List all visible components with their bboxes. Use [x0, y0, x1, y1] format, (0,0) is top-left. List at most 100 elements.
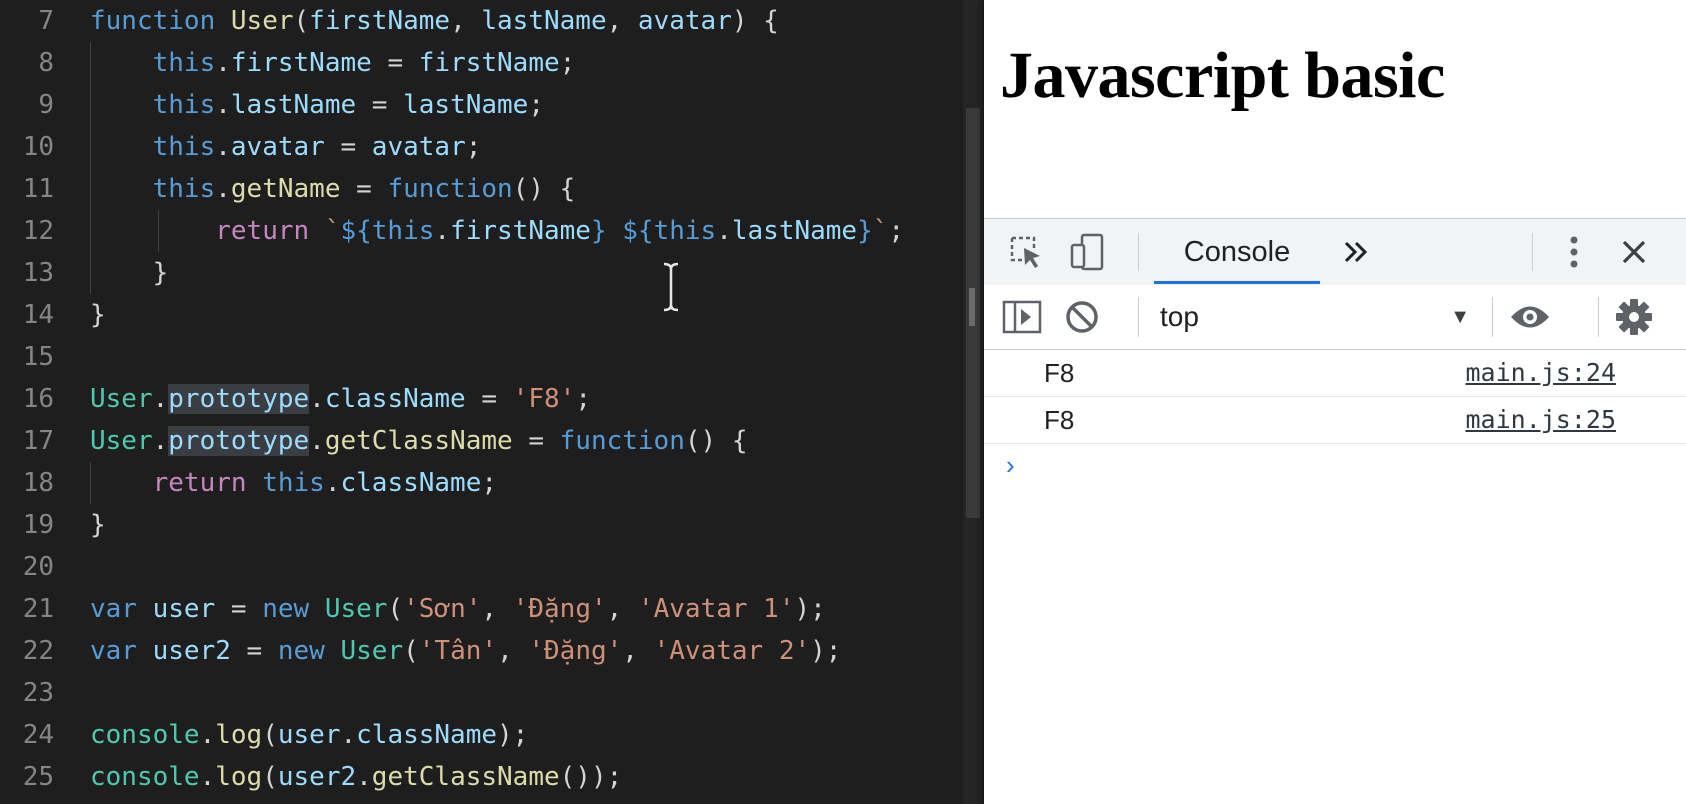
code-line[interactable]: 16 User.prototype.className = 'F8';: [0, 378, 984, 420]
sidebar-toggle-icon: [1002, 300, 1042, 334]
code-text: return `${this.firstName} ${this.lastNam…: [215, 216, 905, 246]
device-icon: [1070, 233, 1104, 271]
inspect-icon: [1010, 236, 1040, 268]
close-devtools-button[interactable]: [1612, 231, 1656, 273]
code-editor[interactable]: 7 function User(firstName, lastName, avat…: [0, 0, 984, 804]
double-chevron-right-icon: [1344, 241, 1368, 263]
code-text: function User(firstName, lastName, avata…: [90, 6, 779, 36]
toolbar-divider: [1532, 233, 1533, 271]
browser-pane: Javascript basic Console top ▼ F8 main.j…: [984, 0, 1686, 804]
line-number: 17: [22, 426, 54, 456]
code-line[interactable]: 11 this.getName = function() {: [0, 168, 984, 210]
line-number: 15: [22, 342, 54, 372]
line-number: 16: [22, 384, 54, 414]
tab-console[interactable]: Console: [1154, 219, 1320, 285]
inspect-element-button[interactable]: [1004, 231, 1048, 273]
devtools-tab-bar: Console: [984, 218, 1686, 286]
code-line[interactable]: 10 this.avatar = avatar;: [0, 126, 984, 168]
scrollbar-marker: [969, 288, 975, 326]
indent-guide: [90, 462, 91, 504]
line-number: 9: [38, 90, 54, 120]
code-line[interactable]: 8 this.firstName = firstName;: [0, 42, 984, 84]
code-text: User.prototype.className = 'F8';: [90, 384, 591, 414]
dropdown-arrow-icon: ▼: [1450, 306, 1470, 328]
code-line[interactable]: 12 return `${this.firstName} ${this.last…: [0, 210, 984, 252]
line-number: 22: [22, 636, 54, 666]
code-line[interactable]: 18 return this.className;: [0, 462, 984, 504]
log-message: F8: [1044, 358, 1075, 388]
code-text: var user2 = new User('Tân', 'Đặng', 'Ava…: [90, 636, 842, 666]
line-number: 18: [22, 468, 54, 498]
live-expression-button[interactable]: [1506, 295, 1554, 339]
code-text: }: [90, 258, 169, 288]
line-number: 21: [22, 594, 54, 624]
code-line[interactable]: 25 console.log(user2.getClassName());: [0, 756, 984, 798]
toolbar-divider: [1598, 297, 1599, 337]
code-line[interactable]: 20: [0, 546, 984, 588]
block-icon: [1066, 301, 1098, 333]
code-text: User.prototype.getClassName = function()…: [90, 426, 748, 456]
code-line[interactable]: 13 }: [0, 252, 984, 294]
code-line[interactable]: 22 var user2 = new User('Tân', 'Đặng', 'A…: [0, 630, 984, 672]
context-selector[interactable]: top ▼: [1160, 293, 1470, 341]
code-text: return this.className;: [152, 468, 498, 498]
code-text: console.log(user.className);: [90, 720, 529, 750]
code-line[interactable]: 24 console.log(user.className);: [0, 714, 984, 756]
more-tabs-button[interactable]: [1336, 233, 1376, 271]
code-text: }: [90, 510, 106, 540]
line-number: 14: [22, 300, 54, 330]
active-tab-indicator: [1154, 281, 1320, 284]
devtools-panel: Console top ▼ F8 main.js:24 F8 main.js:2…: [984, 218, 1686, 804]
line-number: 13: [22, 258, 54, 288]
code-text: }: [90, 300, 106, 330]
code-text: this.firstName = firstName;: [152, 48, 576, 78]
log-source-link[interactable]: main.js:25: [1465, 397, 1616, 443]
code-line[interactable]: 15: [0, 336, 984, 378]
code-text: console.log(user2.getClassName());: [90, 762, 623, 792]
kebab-menu-icon: [1570, 236, 1578, 268]
eye-icon: [1511, 306, 1549, 328]
line-number: 11: [22, 174, 54, 204]
console-toolbar: top ▼: [984, 285, 1686, 350]
show-sidebar-button[interactable]: [1000, 295, 1044, 339]
toolbar-divider: [1492, 297, 1493, 337]
code-line[interactable]: 21 var user = new User('Sơn', 'Đặng', 'Av…: [0, 588, 984, 630]
page-title: Javascript basic: [1000, 39, 1445, 112]
text-cursor-icon: [663, 262, 679, 312]
console-settings-button[interactable]: [1610, 295, 1658, 339]
gear-icon: [1616, 299, 1652, 335]
clear-console-button[interactable]: [1060, 295, 1104, 339]
code-line[interactable]: 14}: [0, 294, 984, 336]
line-number: 10: [22, 132, 54, 162]
toolbar-divider: [1138, 233, 1139, 271]
indent-guide: [158, 210, 159, 252]
console-output[interactable]: F8 main.js:24 F8 main.js:25 ›: [984, 350, 1686, 804]
code-text: var user = new User('Sơn', 'Đặng', 'Avat…: [90, 594, 826, 624]
console-log-row: F8 main.js:25: [984, 397, 1686, 444]
code-text: this.lastName = lastName;: [152, 90, 544, 120]
line-number: 19: [22, 510, 54, 540]
code-line[interactable]: 9 this.lastName = lastName;: [0, 84, 984, 126]
device-toolbar-button[interactable]: [1066, 231, 1110, 273]
line-number: 24: [22, 720, 54, 750]
code-line[interactable]: 23: [0, 672, 984, 714]
indent-guide: [90, 42, 91, 294]
customize-devtools-button[interactable]: [1554, 231, 1594, 273]
code-line[interactable]: 19}: [0, 504, 984, 546]
log-message: F8: [1044, 405, 1075, 435]
line-number: 8: [38, 48, 54, 78]
close-icon: [1622, 240, 1646, 264]
line-number: 7: [38, 6, 54, 36]
console-log-row: F8 main.js:24: [984, 350, 1686, 397]
code-line[interactable]: 7 function User(firstName, lastName, avat…: [0, 0, 984, 42]
code-text: this.getName = function() {: [152, 174, 576, 204]
line-number: 20: [22, 552, 54, 582]
toolbar-divider: [1138, 297, 1139, 337]
line-number: 12: [22, 216, 54, 246]
line-number: 23: [22, 678, 54, 708]
code-line[interactable]: 17 User.prototype.getClassName = function…: [0, 420, 984, 462]
log-source-link[interactable]: main.js:24: [1465, 350, 1616, 396]
code-text: this.avatar = avatar;: [152, 132, 482, 162]
console-prompt-icon[interactable]: ›: [1006, 450, 1015, 481]
context-value: top: [1160, 301, 1199, 332]
